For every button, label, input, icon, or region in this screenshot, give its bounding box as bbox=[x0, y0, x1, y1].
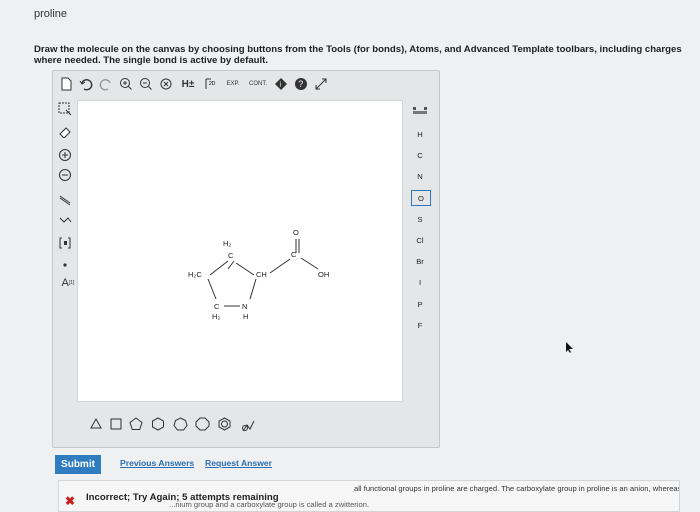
cyclopropane-template-icon[interactable] bbox=[89, 417, 103, 431]
cyclohexane-template-icon[interactable] bbox=[151, 417, 165, 431]
top-toolbar: H± 2D EXP. CONT. i ? bbox=[53, 71, 439, 97]
question-title: proline bbox=[34, 8, 68, 20]
atom-button-cl[interactable]: Cl bbox=[411, 232, 429, 248]
contract-button[interactable]: CONT. bbox=[247, 75, 269, 93]
cyclooctane-template-icon[interactable] bbox=[195, 417, 210, 431]
atom-h2-bottom: H₂ bbox=[212, 312, 220, 321]
eraser-icon[interactable] bbox=[57, 123, 73, 139]
drawing-canvas[interactable]: H₂ C H₂C CH C O OH C H₂ N H bbox=[77, 100, 403, 402]
select-tool-icon[interactable] bbox=[57, 101, 73, 117]
atom-button-br[interactable]: Br bbox=[411, 253, 429, 269]
cyclopentane-template-icon[interactable] bbox=[129, 417, 143, 431]
bracket-tool-icon[interactable] bbox=[57, 235, 73, 251]
chain-tool-icon[interactable] bbox=[57, 213, 73, 229]
request-answer-link[interactable]: Request Answer bbox=[205, 458, 272, 468]
info-icon[interactable]: i bbox=[272, 75, 289, 93]
feedback-detail: all functional groups in proline are cha… bbox=[354, 484, 680, 493]
atom-button-h[interactable]: H bbox=[411, 126, 429, 142]
add-hydrogens-button[interactable]: H± bbox=[177, 75, 199, 93]
atom-label-a: A bbox=[61, 277, 69, 289]
charge-label: [1] bbox=[68, 280, 75, 286]
atom-c-carbonyl: C bbox=[291, 250, 297, 259]
atom-c-top: C bbox=[228, 251, 234, 260]
submit-button[interactable]: Submit bbox=[55, 455, 101, 474]
2d-icon[interactable]: 2D bbox=[202, 75, 219, 93]
atom-button-o[interactable]: O bbox=[411, 190, 431, 206]
atoms-toolbar: H C N O S Cl Br I P F bbox=[403, 100, 437, 400]
left-toolbar: A [1] bbox=[53, 99, 75, 299]
zoom-in-icon[interactable] bbox=[117, 75, 134, 93]
previous-answers-link[interactable]: Previous Answers bbox=[120, 458, 194, 468]
mouse-cursor-icon bbox=[566, 342, 573, 353]
negative-charge-icon[interactable] bbox=[57, 167, 73, 183]
periodic-table-icon[interactable] bbox=[411, 104, 429, 120]
help-icon[interactable]: ? bbox=[292, 75, 309, 93]
new-document-icon[interactable] bbox=[57, 75, 74, 93]
redo-icon[interactable] bbox=[97, 75, 114, 93]
incorrect-icon: ✖ bbox=[65, 494, 76, 508]
svg-text:2D: 2D bbox=[209, 81, 216, 87]
molecule-editor: H± 2D EXP. CONT. i ? A [1] H₂ C H₂C CH C… bbox=[52, 70, 440, 448]
feedback-box: ✖ Incorrect; Try Again; 5 attempts remai… bbox=[58, 480, 680, 512]
molecule-structure: H₂ C H₂C CH C O OH C H₂ N H bbox=[188, 228, 329, 321]
expand-button[interactable]: EXP. bbox=[222, 75, 244, 93]
positive-charge-icon[interactable] bbox=[57, 147, 73, 163]
atom-o-double: O bbox=[293, 228, 299, 237]
clear-icon[interactable] bbox=[157, 75, 174, 93]
atom-h2c: H₂C bbox=[188, 270, 202, 279]
atom-button-f[interactable]: F bbox=[411, 317, 429, 333]
zoom-out-icon[interactable] bbox=[137, 75, 154, 93]
atom-button-i[interactable]: I bbox=[411, 274, 429, 290]
cyclobutane-template-icon[interactable] bbox=[109, 417, 123, 431]
atom-label-tool[interactable]: A [1] bbox=[57, 275, 79, 291]
atom-button-c[interactable]: C bbox=[411, 147, 429, 163]
atom-c-bottom: C bbox=[214, 302, 220, 311]
atom-button-n[interactable]: N bbox=[411, 168, 429, 184]
atom-h2-top: H₂ bbox=[223, 239, 231, 248]
svg-text:?: ? bbox=[298, 79, 303, 89]
undo-icon[interactable] bbox=[77, 75, 94, 93]
feedback-detail-2: ...nium group and a carboxylate group is… bbox=[169, 500, 370, 509]
advanced-template-icon[interactable] bbox=[239, 417, 257, 433]
atom-n: N bbox=[242, 302, 247, 311]
atom-button-p[interactable]: P bbox=[411, 296, 429, 312]
benzene-template-icon[interactable] bbox=[217, 417, 232, 431]
atom-h-n: H bbox=[243, 312, 248, 321]
cycloheptane-template-icon[interactable] bbox=[173, 417, 188, 431]
question-instructions: Draw the molecule on the canvas by choos… bbox=[34, 44, 682, 66]
atom-button-s[interactable]: S bbox=[411, 211, 429, 227]
atom-oh: OH bbox=[318, 270, 329, 279]
templates-toolbar bbox=[89, 415, 389, 437]
fullscreen-icon[interactable] bbox=[312, 75, 329, 93]
radical-dot-icon[interactable] bbox=[57, 257, 73, 273]
atom-ch: CH bbox=[256, 270, 267, 279]
single-bond-icon[interactable] bbox=[57, 191, 73, 207]
